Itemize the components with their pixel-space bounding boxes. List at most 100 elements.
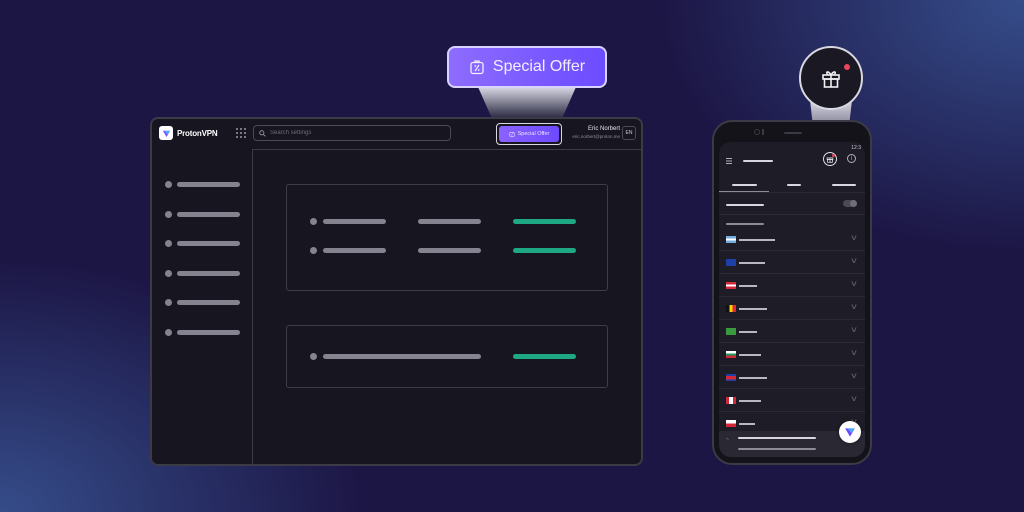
info-icon[interactable]: i (847, 154, 856, 163)
chevron-down-icon[interactable]: ∨ (850, 348, 858, 357)
flag-cambodia-icon (726, 374, 736, 381)
flag-australia-icon (726, 259, 736, 266)
setting-label-placeholder (726, 204, 764, 206)
gift-callout[interactable] (799, 46, 863, 110)
notification-dot (844, 64, 850, 70)
special-offer-button[interactable]: Special Offer (499, 126, 559, 142)
sidebar-item-icon (165, 240, 172, 247)
camera-flash (762, 129, 764, 135)
protonvpn-logo-icon (159, 126, 173, 140)
special-offer-highlight: Special Offer (496, 123, 562, 145)
sidebar-item[interactable] (165, 240, 240, 247)
country-row[interactable]: ∨ (719, 389, 865, 412)
row-label-placeholder (323, 248, 386, 253)
chevron-down-icon[interactable]: ∨ (850, 233, 858, 242)
card-row[interactable] (310, 353, 576, 360)
country-row[interactable]: ∨ (719, 297, 865, 320)
gift-button[interactable] (823, 152, 837, 166)
settings-card (286, 184, 608, 291)
row-value-placeholder (418, 248, 481, 253)
country-name-placeholder (739, 354, 761, 356)
chevron-down-icon[interactable]: ∨ (850, 279, 858, 288)
flag-bulgaria-icon (726, 351, 736, 358)
row-icon (310, 353, 317, 360)
main-content (253, 149, 641, 464)
row-status-indicator (513, 219, 576, 224)
user-account[interactable]: Eric Norbert eric.norbert@proton.me (562, 126, 620, 140)
flag-belgium-icon (726, 305, 736, 312)
search-icon (259, 129, 266, 137)
hamburger-icon[interactable] (726, 158, 732, 164)
row-icon (310, 218, 317, 225)
percent-tag-icon (470, 60, 484, 75)
protonvpn-logo[interactable]: ProtonVPN (159, 126, 218, 140)
connect-button[interactable] (839, 421, 861, 443)
chevron-down-icon[interactable]: ∨ (850, 302, 858, 311)
country-row[interactable]: ∨ (719, 228, 865, 251)
setting-toggle[interactable] (843, 200, 857, 207)
notification-dot (832, 154, 835, 157)
sidebar-item-label-placeholder (177, 241, 240, 246)
chevron-down-icon[interactable]: ∨ (850, 325, 858, 334)
row-status-indicator (513, 354, 576, 359)
country-row[interactable]: ∨ (719, 274, 865, 297)
sidebar-item-label-placeholder (177, 330, 240, 335)
row-value-placeholder (418, 219, 481, 224)
country-name-placeholder (739, 377, 767, 379)
country-row[interactable]: ∨ (719, 320, 865, 343)
section-header-placeholder (726, 223, 764, 225)
flag-austria-icon (726, 282, 736, 289)
flag-brazil-icon (726, 328, 736, 335)
gift-icon (822, 71, 840, 88)
chevron-down-icon[interactable]: ∨ (850, 371, 858, 380)
search-settings-field[interactable] (253, 125, 451, 141)
sidebar-item-label-placeholder (177, 182, 240, 187)
status-time: 12:3 (851, 145, 861, 151)
screen-title-placeholder (743, 160, 773, 162)
flag-canada-icon (726, 397, 736, 404)
country-row[interactable]: ∨ (719, 251, 865, 274)
sidebar-item[interactable] (165, 270, 240, 277)
mobile-app-screen: 12:3 i ∨∨∨∨∨∨∨∨∨ ^ (719, 142, 865, 457)
chevron-down-icon[interactable]: ∨ (850, 256, 858, 265)
divider (719, 192, 865, 193)
country-name-placeholder (739, 331, 757, 333)
sidebar-item-icon (165, 211, 172, 218)
desktop-app-window: ProtonVPN Special Offer Eric Norbert eri (150, 117, 643, 466)
sidebar-item-label-placeholder (177, 271, 240, 276)
country-row[interactable]: ∨ (719, 343, 865, 366)
language-selector[interactable]: EN (622, 126, 636, 140)
country-name-placeholder (739, 285, 757, 287)
sidebar-item[interactable] (165, 299, 240, 306)
flag-chile-icon (726, 420, 736, 427)
camera (754, 129, 760, 135)
tab-secure-core[interactable] (787, 184, 801, 186)
tab-p2p[interactable] (832, 184, 856, 186)
row-status-indicator (513, 248, 576, 253)
percent-tag-icon (509, 132, 515, 137)
chevron-down-icon[interactable]: ∨ (850, 394, 858, 403)
sidebar-item[interactable] (165, 181, 240, 188)
sidebar-item[interactable] (165, 211, 240, 218)
protonvpn-logo-icon (845, 428, 855, 437)
apps-grid-icon[interactable] (236, 128, 246, 138)
row-label-placeholder (323, 219, 386, 224)
divider (719, 214, 865, 215)
chevron-up-icon[interactable]: ^ (726, 438, 729, 444)
sidebar-item-icon (165, 299, 172, 306)
sidebar-item[interactable] (165, 329, 240, 336)
card-row[interactable] (310, 247, 576, 254)
search-input[interactable] (270, 130, 440, 136)
special-offer-callout[interactable]: Special Offer (447, 46, 607, 88)
tab-all[interactable] (732, 184, 757, 186)
sidebar-item-label-placeholder (177, 300, 240, 305)
row-icon (310, 247, 317, 254)
sidebar-item-label-placeholder (177, 212, 240, 217)
country-row[interactable]: ∨ (719, 366, 865, 389)
country-name-placeholder (739, 262, 765, 264)
country-name-placeholder (739, 308, 767, 310)
card-row[interactable] (310, 218, 576, 225)
country-name-placeholder (739, 400, 761, 402)
mobile-phone: 12:3 i ∨∨∨∨∨∨∨∨∨ ^ (712, 120, 872, 465)
sidebar-item-icon (165, 181, 172, 188)
